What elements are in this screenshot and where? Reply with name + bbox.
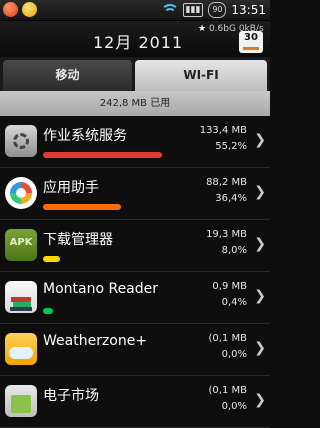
system-gear-icon bbox=[5, 125, 37, 157]
period-title[interactable]: 12月 2011 bbox=[93, 29, 183, 53]
total-usage: 242,8 MB 已用 bbox=[0, 91, 270, 116]
calendar-badge[interactable]: 30 bbox=[239, 31, 263, 53]
signal-strength-icon: ▮▮▮ bbox=[182, 3, 204, 17]
books-icon bbox=[5, 281, 37, 313]
notification-app-icon[interactable] bbox=[3, 2, 18, 17]
app-percent: 0,0% bbox=[221, 349, 247, 360]
usage-bar bbox=[43, 204, 121, 210]
list-item[interactable]: APK 下载管理器 19,3 MB 8,0% ❯ bbox=[0, 220, 270, 272]
app-size: (0,1 MB bbox=[208, 385, 247, 396]
app-percent: 8,0% bbox=[221, 245, 247, 256]
app-name: 电子市场 bbox=[43, 388, 99, 404]
app-size: 19,3 MB bbox=[206, 229, 247, 240]
wifi-signal-icon bbox=[160, 4, 179, 16]
app-percent: 0,0% bbox=[221, 401, 247, 412]
chevron-right-icon: ❯ bbox=[254, 392, 266, 408]
weather-icon bbox=[5, 333, 37, 365]
list-item[interactable]: 作业系统服务 133,4 MB 55,2% ❯ bbox=[0, 116, 270, 168]
usage-bar bbox=[43, 152, 162, 158]
chevron-right-icon: ❯ bbox=[254, 288, 266, 304]
list-item[interactable]: 应用助手 88,2 MB 36,4% ❯ bbox=[0, 168, 270, 220]
usage-bar bbox=[43, 256, 60, 262]
app-name: 作业系统服务 bbox=[43, 128, 127, 144]
usage-bar bbox=[43, 308, 53, 314]
chevron-right-icon: ❯ bbox=[254, 184, 266, 200]
app-percent: 0,4% bbox=[221, 297, 247, 308]
clock: 13:51 bbox=[231, 3, 266, 17]
app-size: (0,1 MB bbox=[208, 333, 247, 344]
status-bar: ▮▮▮ 90 13:51 bbox=[0, 0, 270, 21]
app-size: 0,9 MB bbox=[212, 281, 247, 292]
app-name: 应用助手 bbox=[43, 180, 99, 196]
app-size: 133,4 MB bbox=[199, 125, 247, 136]
notification-icons bbox=[3, 2, 37, 17]
calendar-day: 30 bbox=[244, 32, 258, 43]
app-percent: 55,2% bbox=[215, 141, 247, 152]
app-header: 12月 2011 ★ 0.6bG 0kB/s 30 bbox=[0, 21, 270, 58]
tab-wifi[interactable]: WI-FI bbox=[135, 60, 267, 91]
chevron-right-icon: ❯ bbox=[254, 340, 266, 356]
app-name: Weatherzone+ bbox=[43, 333, 148, 349]
tab-bar: 移动 WI-FI bbox=[0, 57, 270, 91]
apk-icon: APK bbox=[5, 229, 37, 261]
tab-mobile[interactable]: 移动 bbox=[3, 60, 132, 91]
list-item[interactable]: Montano Reader 0,9 MB 0,4% ❯ bbox=[0, 272, 270, 324]
app-size: 88,2 MB bbox=[206, 177, 247, 188]
app-name: 下载管理器 bbox=[43, 232, 113, 248]
chevron-right-icon: ❯ bbox=[254, 132, 266, 148]
market-icon bbox=[5, 385, 37, 417]
star-icon: ★ bbox=[198, 24, 207, 34]
battery-level-icon: 90 bbox=[208, 2, 227, 18]
list-item[interactable]: 电子市场 (0,1 MB 0,0% ❯ bbox=[0, 376, 270, 428]
app-percent: 36,4% bbox=[215, 193, 247, 204]
list-item[interactable]: Weatherzone+ (0,1 MB 0,0% ❯ bbox=[0, 324, 270, 376]
notification-app-icon[interactable] bbox=[22, 2, 37, 17]
chevron-right-icon: ❯ bbox=[254, 236, 266, 252]
app-helper-icon bbox=[5, 177, 37, 209]
status-indicators: ▮▮▮ 90 13:51 bbox=[160, 2, 266, 18]
calendar-bar bbox=[243, 47, 259, 50]
app-usage-list: 作业系统服务 133,4 MB 55,2% ❯ 应用助手 88,2 MB 36,… bbox=[0, 116, 270, 428]
app-name: Montano Reader bbox=[43, 281, 159, 297]
